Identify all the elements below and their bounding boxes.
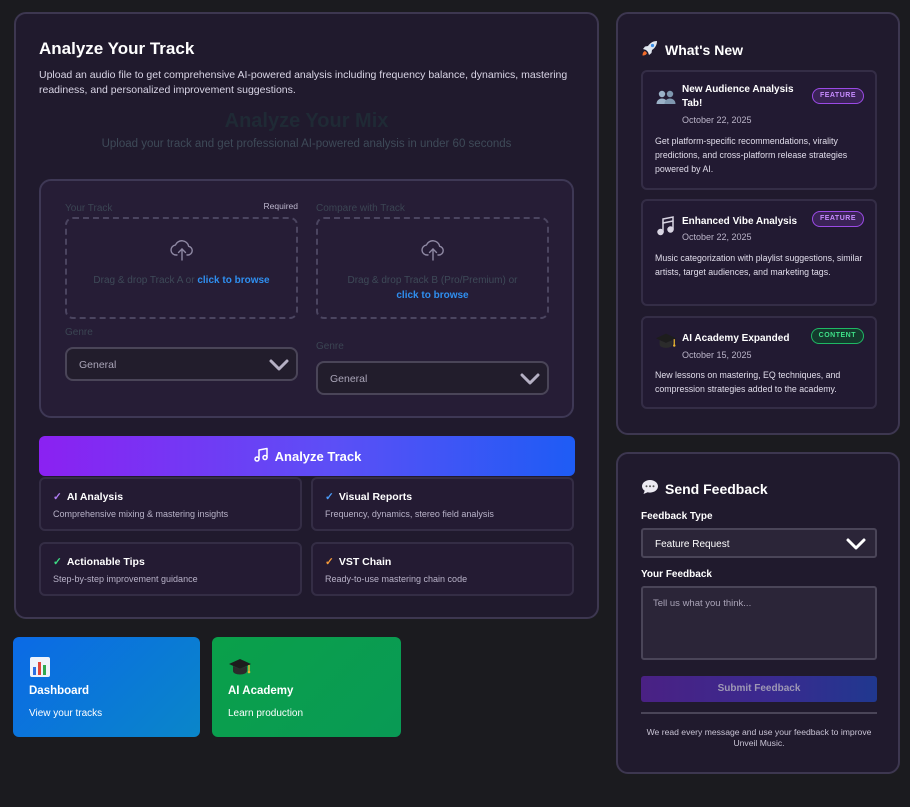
feature-desc: Step-by-step improvement guidance [53, 574, 198, 584]
news-title: AI Academy Expanded [682, 333, 790, 344]
news-title: New Audience Analysis Tab! [682, 84, 794, 109]
feature-title: VST Chain [338, 556, 392, 568]
track-b-column: Compare with Track Drag & drop Track B (… [316, 203, 549, 395]
dashboard-title: Dashboard [29, 685, 90, 697]
chevron-down-icon [519, 370, 541, 393]
feature-desc: Comprehensive mixing & mastering insight… [53, 509, 229, 519]
news-date: October 22, 2025 [682, 232, 752, 242]
check-icon: ✓ [325, 556, 334, 568]
feature-badge: FEATURE [811, 211, 864, 227]
submit-feedback-button[interactable]: Submit Feedback [641, 676, 877, 702]
ai-academy-desc: Learn production [228, 708, 304, 719]
ai-academy-title: AI Academy [228, 685, 294, 697]
track-a-label: Your Track [65, 203, 113, 214]
feature-card-actionable-tips: ✓ Actionable Tips Step-by-step improvemen… [39, 542, 302, 596]
rocket-icon [641, 39, 659, 60]
track-b-drop-text: Drag & drop Track B (Pro/Premium) or [347, 275, 518, 286]
feature-title: Actionable Tips [66, 556, 145, 568]
analyze-track-button[interactable]: Analyze Track [39, 436, 575, 476]
graduation-cap-icon [228, 656, 251, 678]
graduation-cap-icon [655, 330, 677, 352]
ghost-subheading: Upload your track and get professional A… [101, 138, 512, 150]
feature-badge: FEATURE [811, 88, 864, 104]
chevron-down-icon [268, 356, 290, 379]
check-icon: ✓ [325, 491, 334, 503]
track-b-browse-link[interactable]: click to browse [396, 290, 468, 301]
music-notes-icon [655, 215, 677, 237]
news-text: Music categorization with playlist sugge… [655, 253, 863, 277]
track-a-browse-link[interactable]: click to browse [197, 275, 269, 286]
news-title: Enhanced Vibe Analysis [682, 216, 798, 227]
feedback-footer-note: We read every message and use your feedb… [646, 727, 872, 748]
news-date: October 22, 2025 [682, 115, 752, 125]
feature-desc: Frequency, dynamics, stereo field analys… [325, 509, 494, 519]
news-date: October 15, 2025 [682, 350, 752, 360]
track-b-genre-value: General [330, 373, 368, 385]
feedback-placeholder: Tell us what you think... [653, 598, 752, 609]
track-a-dropzone[interactable]: Drag & drop Track A or click to browse [65, 217, 298, 319]
track-b-genre-select[interactable]: General [316, 361, 549, 395]
chevron-down-icon [845, 536, 867, 557]
ai-academy-tile[interactable]: AI Academy Learn production [212, 637, 401, 737]
divider [641, 712, 877, 714]
news-text: New lessons on mastering, EQ techniques,… [655, 370, 841, 394]
analyze-track-label: Analyze Track [274, 448, 362, 464]
bar-chart-icon [29, 656, 51, 678]
feature-card-vst-chain: ✓ VST Chain Ready-to-use mastering chain … [311, 542, 574, 596]
track-a-column: Your Track Required Drag & drop Track A … [65, 201, 299, 381]
page-description: Upload an audio file to get comprehensiv… [39, 69, 568, 96]
speech-bubble-icon [641, 478, 659, 499]
feedback-title: Send Feedback [665, 480, 768, 497]
feedback-type-label: Feedback Type [641, 511, 713, 522]
ghost-heading: Analyze Your Mix [224, 110, 389, 132]
track-a-genre-select[interactable]: General [65, 347, 298, 381]
check-icon: ✓ [53, 556, 62, 568]
feature-card-visual-reports: ✓ Visual Reports Frequency, dynamics, ste… [311, 477, 574, 531]
feedback-type-select[interactable]: Feature Request [641, 528, 877, 558]
news-item[interactable]: AI Academy Expanded CONTENT October 15, … [641, 316, 877, 409]
page-title: Analyze Your Track [39, 39, 195, 58]
news-item[interactable]: Enhanced Vibe Analysis FEATURE October 2… [641, 199, 877, 306]
track-a-drop-text: Drag & drop Track A or [93, 275, 198, 286]
upload-area: Your Track Required Drag & drop Track A … [39, 179, 574, 418]
feature-desc: Ready-to-use mastering chain code [325, 574, 468, 584]
whats-new-title: What's New [665, 41, 744, 58]
feature-title: AI Analysis [66, 491, 124, 503]
required-label: Required [263, 201, 299, 211]
content-badge: CONTENT [810, 328, 864, 344]
feature-title: Visual Reports [338, 491, 413, 503]
people-icon [655, 86, 677, 108]
feedback-type-value: Feature Request [655, 539, 730, 550]
track-b-label: Compare with Track [316, 203, 405, 214]
dashboard-tile[interactable]: Dashboard View your tracks [13, 637, 200, 737]
music-note-icon [253, 447, 269, 466]
feedback-textarea[interactable]: Tell us what you think... [641, 586, 877, 660]
whats-new-panel: What's New New Audience Analysis Tab! FE… [616, 12, 900, 435]
track-b-dropzone[interactable]: Drag & drop Track B (Pro/Premium) or cli… [316, 217, 549, 319]
analyze-panel: Analyze Your Track Upload an audio file … [14, 12, 599, 619]
feature-card-ai-analysis: ✓ AI Analysis Comprehensive mixing & mast… [39, 477, 302, 531]
news-item[interactable]: New Audience Analysis Tab! FEATURE Octob… [641, 70, 877, 190]
track-a-genre-value: General [79, 359, 117, 371]
dashboard-desc: View your tracks [29, 708, 103, 719]
feedback-message-label: Your Feedback [641, 569, 712, 580]
track-b-genre-label: Genre [316, 341, 344, 352]
track-a-genre-label: Genre [65, 327, 93, 338]
cloud-upload-icon [169, 237, 195, 268]
cloud-upload-icon [420, 237, 446, 268]
news-text: Get platform-specific recommendations, v… [655, 136, 848, 174]
feedback-panel: Send Feedback Feedback Type Feature Requ… [616, 452, 900, 774]
check-icon: ✓ [53, 491, 62, 503]
